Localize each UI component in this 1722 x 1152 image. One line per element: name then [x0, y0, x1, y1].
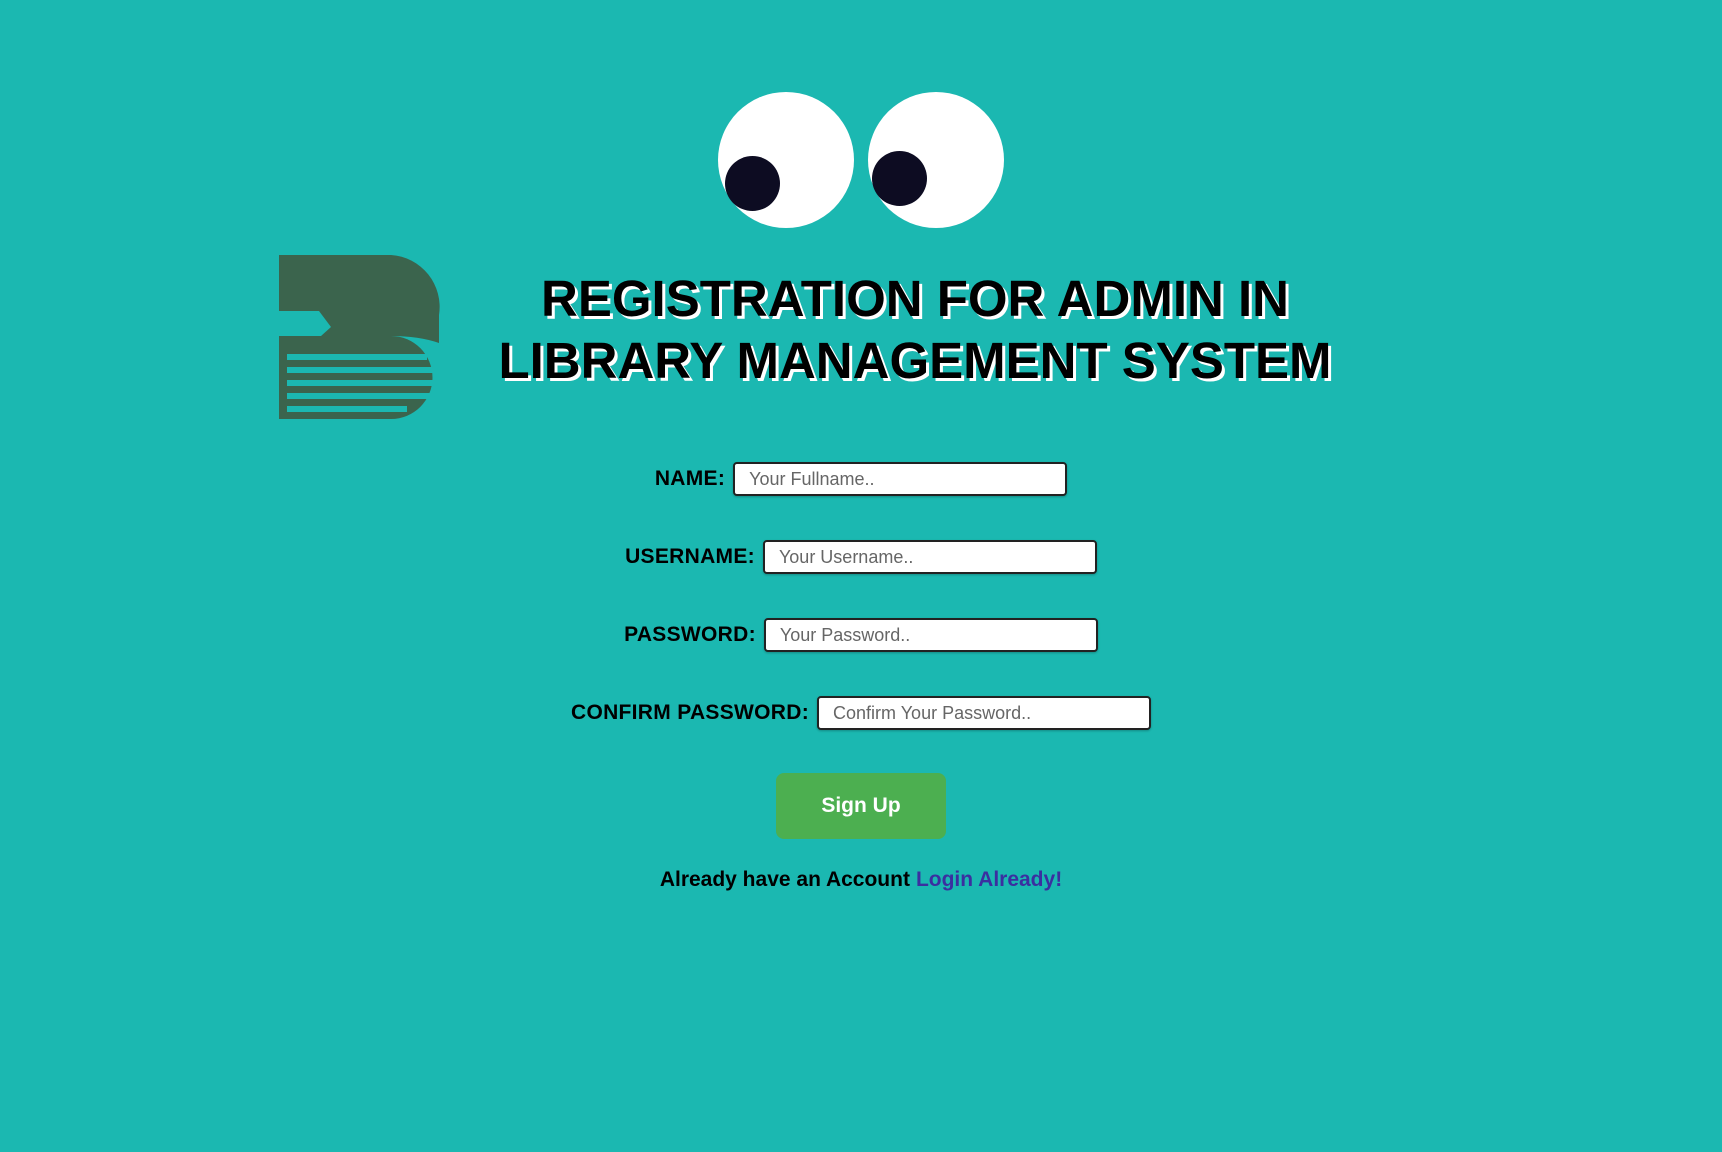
- password-row: PASSWORD:: [0, 616, 1722, 654]
- sign-up-button[interactable]: Sign Up: [776, 773, 946, 839]
- name-input[interactable]: [733, 462, 1068, 496]
- password-input[interactable]: [763, 618, 1098, 652]
- book-logo-icon: [279, 255, 440, 419]
- confirm-password-input[interactable]: [817, 696, 1152, 730]
- left-eye: [718, 92, 854, 228]
- googly-eyes-icon: [718, 92, 1004, 230]
- page-title-line1: REGISTRATION FOR ADMIN IN: [541, 270, 1289, 327]
- login-prompt-text: Already have an Account: [659, 868, 910, 891]
- right-pupil: [872, 151, 927, 206]
- left-pupil: [725, 156, 780, 211]
- name-row: NAME:: [0, 460, 1722, 498]
- name-label: NAME:: [654, 467, 726, 490]
- username-input[interactable]: [762, 540, 1097, 574]
- login-link[interactable]: Login Already!: [916, 868, 1062, 891]
- page-title-line2: LIBRARY MANAGEMENT SYSTEM: [498, 332, 1332, 389]
- username-label: USERNAME:: [625, 545, 755, 568]
- confirm-password-row: CONFIRM PASSWORD:: [0, 694, 1722, 732]
- login-prompt: Already have an Account Login Already!: [0, 868, 1722, 892]
- confirm-password-label: CONFIRM PASSWORD:: [570, 701, 810, 724]
- right-eye: [868, 92, 1004, 228]
- username-row: USERNAME:: [0, 538, 1722, 576]
- page-title: REGISTRATION FOR ADMIN IN LIBRARY MANAGE…: [440, 268, 1390, 392]
- password-label: PASSWORD:: [624, 623, 756, 646]
